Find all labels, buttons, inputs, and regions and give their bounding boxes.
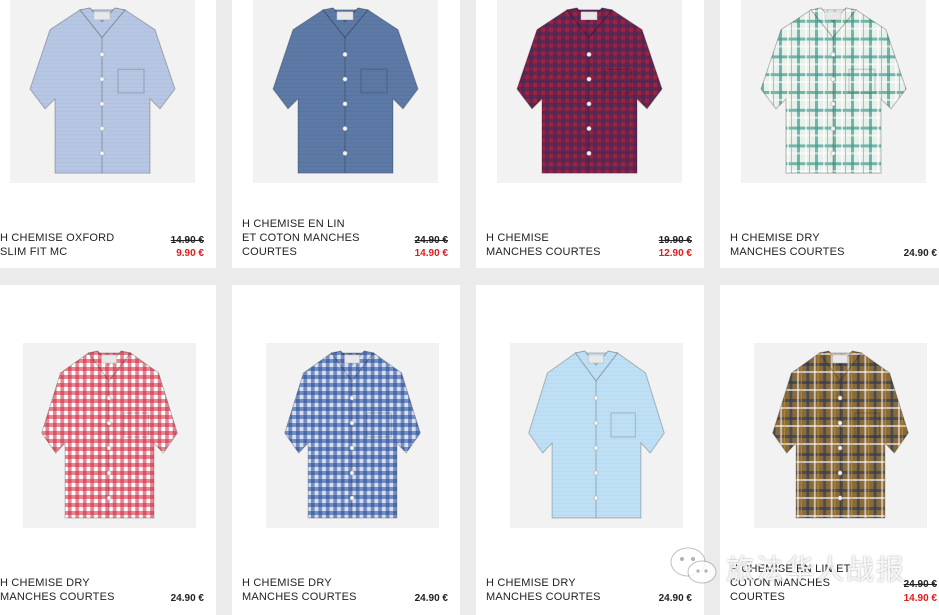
product-image[interactable] (754, 343, 927, 528)
product-name[interactable]: H CHEMISE OXFORD SLIM FIT MC (0, 231, 118, 259)
product-image[interactable] (10, 0, 195, 183)
product-image[interactable] (741, 0, 926, 183)
product-image[interactable] (510, 343, 683, 528)
product-name[interactable]: H CHEMISE MANCHES COURTES (486, 231, 604, 259)
product-name[interactable]: H CHEMISE DRY MANCHES COURTES (486, 576, 604, 604)
wechat-icon (670, 547, 717, 584)
product-price: 24.90 € (658, 593, 692, 604)
product-name[interactable]: H CHEMISE DRY MANCHES COURTES (730, 231, 860, 259)
product-old-price: 24.90 € (414, 235, 448, 246)
shirt-image (516, 7, 663, 174)
product-price: 14.90 € (903, 593, 937, 604)
product-image[interactable] (253, 0, 438, 183)
product-price: 12.90 € (658, 248, 692, 259)
shirt-image (29, 7, 176, 174)
product-name[interactable]: H CHEMISE DRY MANCHES COURTES (0, 576, 118, 604)
product-image[interactable] (266, 343, 439, 528)
shirt-image (760, 7, 907, 174)
product-image[interactable] (23, 343, 196, 528)
product-price: 14.90 € (414, 248, 448, 259)
shirt-image (284, 350, 421, 519)
watermark-text: 旅法华人战报 (726, 553, 907, 586)
product-name[interactable]: H CHEMISE DRY MANCHES COURTES (242, 576, 360, 604)
shirt-image (772, 350, 909, 519)
product-old-price: 14.90 € (170, 235, 204, 246)
shirt-image (272, 7, 419, 174)
product-price: 24.90 € (170, 593, 204, 604)
shirt-image (41, 350, 178, 519)
shirt-image (528, 350, 665, 519)
watermark: 旅法华人战报 (668, 540, 933, 590)
product-price: 24.90 € (903, 248, 937, 259)
product-price: 9.90 € (176, 248, 204, 259)
product-price: 24.90 € (414, 593, 448, 604)
product-name[interactable]: H CHEMISE EN LIN ET COTON MANCHES COURTE… (242, 217, 360, 259)
product-image[interactable] (497, 0, 682, 183)
product-old-price: 19.90 € (658, 235, 692, 246)
